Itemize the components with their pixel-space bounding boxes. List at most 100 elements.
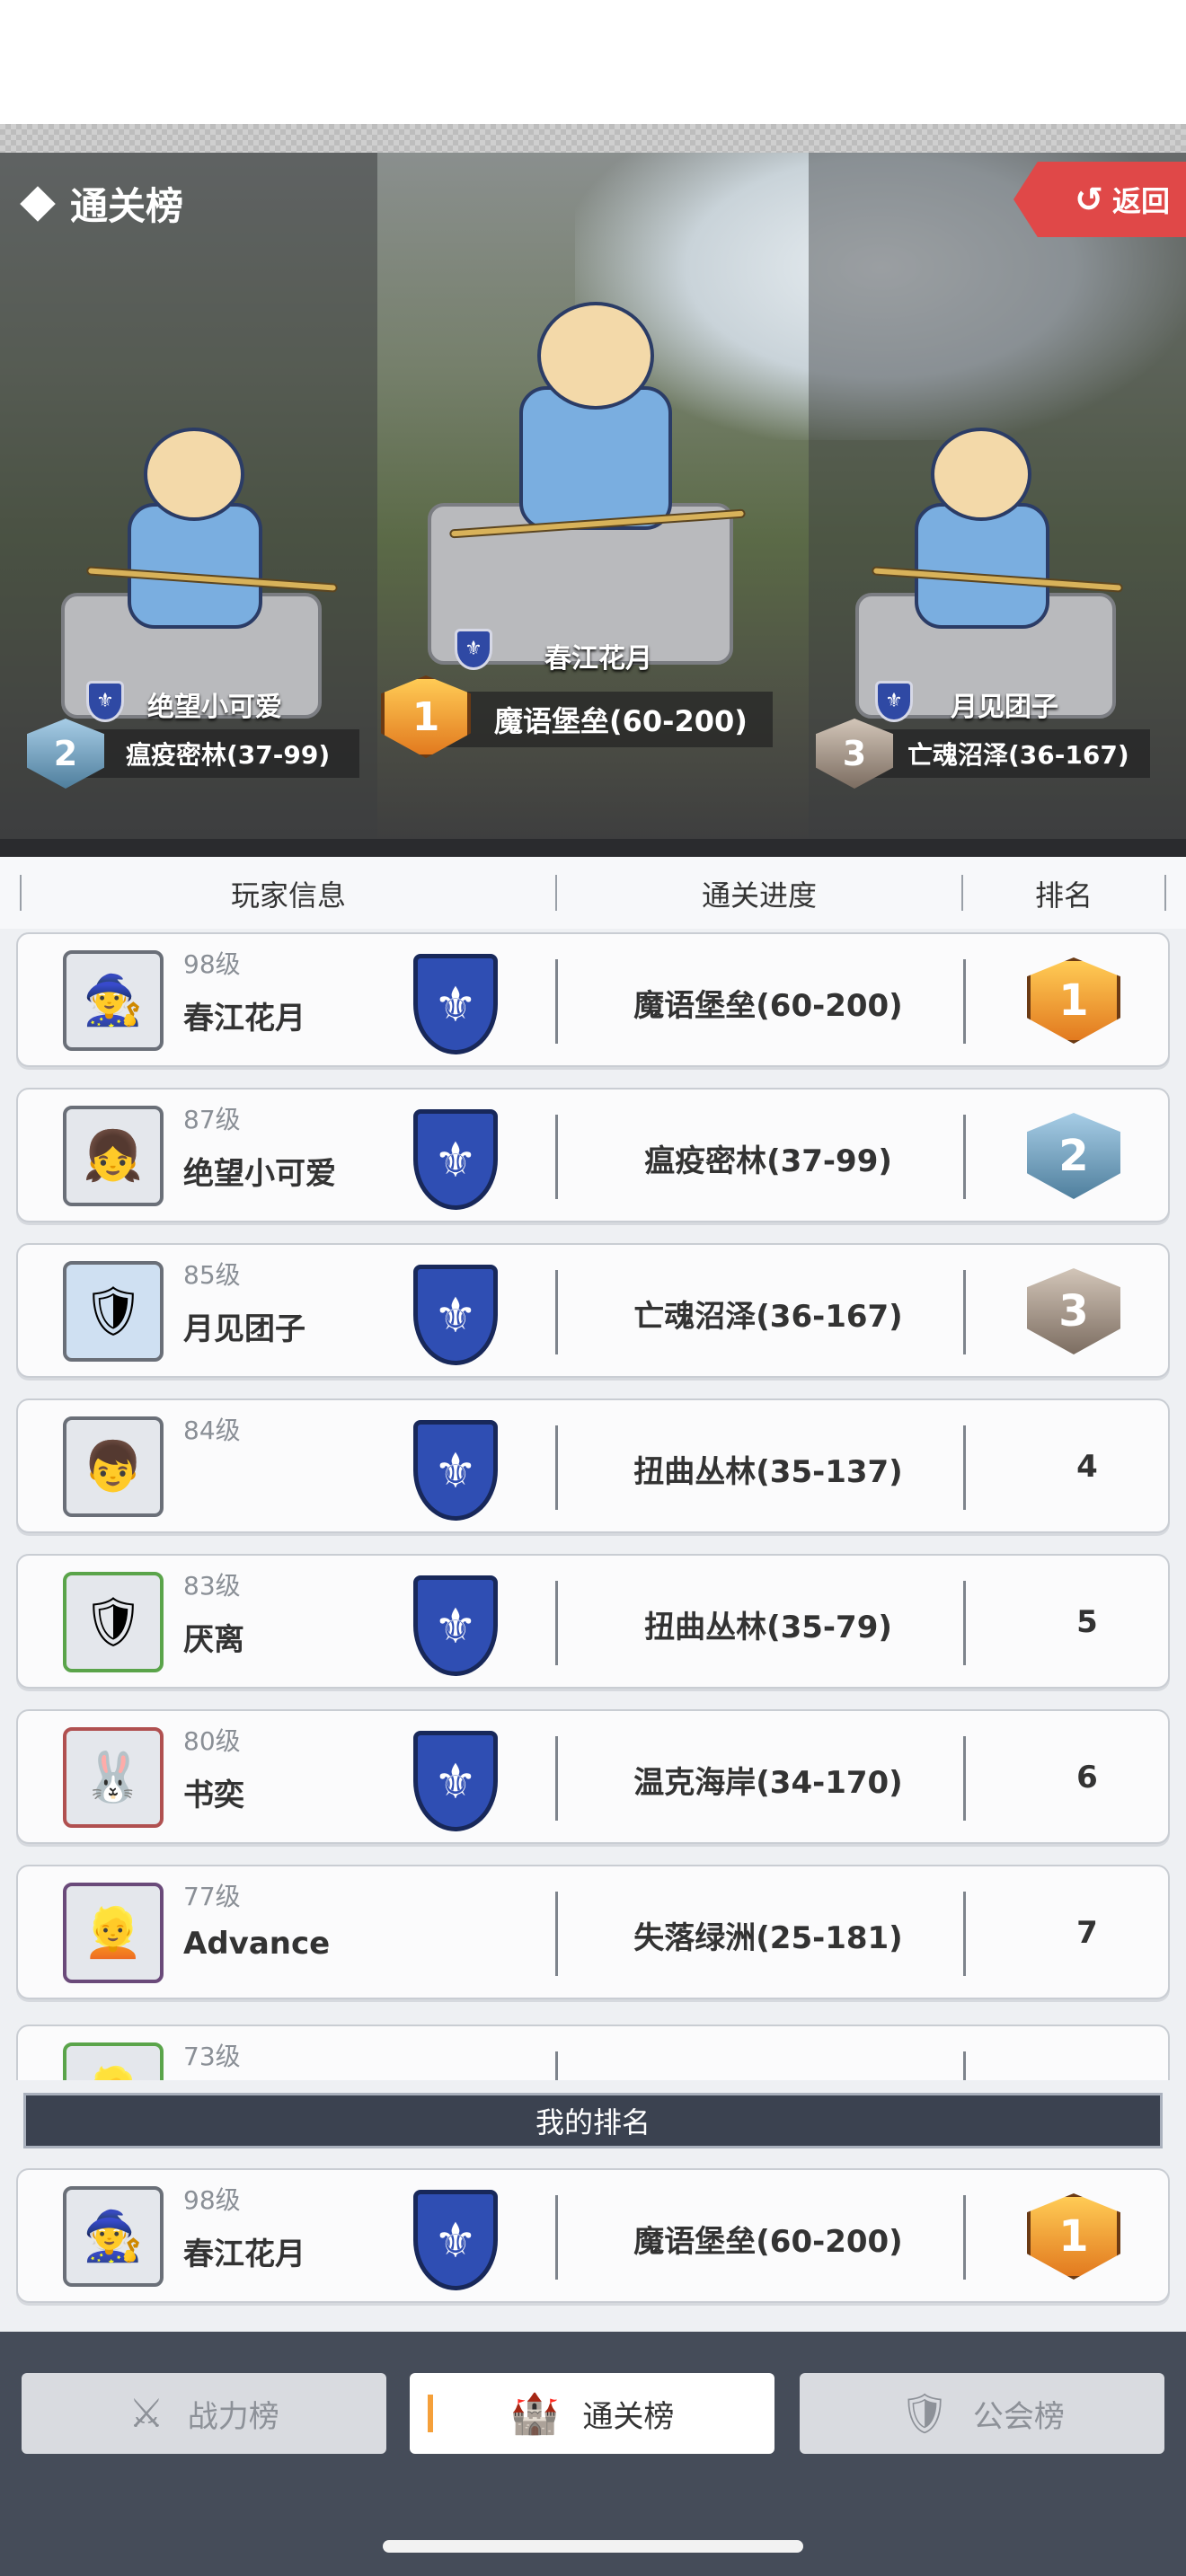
tab-power-ranking[interactable]: ⚔ 战力榜 [22, 2373, 386, 2454]
column-divider [963, 1270, 966, 1354]
column-divider [963, 1115, 966, 1199]
player-name: 春江花月 [183, 1001, 305, 1037]
my-rank-row[interactable]: 🧙 98级 春江花月 ⚜ 魔语堡垒(60-200) 1 [16, 2168, 1170, 2303]
guild-shield-icon: ⚜ [875, 681, 913, 722]
page-title: 通关榜 [70, 184, 184, 228]
player-name: Advance [183, 1926, 331, 1962]
player-name: 书奕 [183, 1778, 244, 1813]
column-divider [963, 1892, 966, 1976]
swords-icon: ⚔ [128, 2390, 164, 2437]
player-name: 春江花月 [183, 2236, 305, 2272]
player-name: 月见团子 [183, 1311, 305, 1347]
rank-number: 6 [1076, 1760, 1098, 1795]
guild-shield-icon: ⚜ [413, 954, 498, 1054]
player-level: 80级 [183, 1726, 241, 1756]
active-tab-indicator [428, 2395, 433, 2432]
table-row[interactable]: 👧 87级 绝望小可爱 ⚜ 瘟疫密林(37-99) 2 [16, 1088, 1170, 1222]
castle-icon: 🏰 [509, 2391, 560, 2437]
table-row[interactable]: 👱 73级 [16, 2025, 1170, 2080]
decorative-strip [0, 124, 1186, 153]
table-row[interactable]: 🛡 83级 厌离 ⚜ 扭曲丛林(35-79) 5 [16, 1554, 1170, 1689]
diamond-icon [20, 185, 56, 222]
clear-progress: 温克海岸(34-170) [633, 1765, 903, 1801]
clear-progress: 魔语堡垒(60-200) [633, 2224, 903, 2260]
first-place-progress: 魔语堡垒(60-200) [431, 692, 773, 747]
table-header: 玩家信息 通关进度 排名 [0, 857, 1186, 929]
third-place-name: 月见团子 [951, 692, 1058, 723]
table-row[interactable]: 👱 77级 Advance 失落绿洲(25-181) 7 [16, 1865, 1170, 1999]
clear-progress: 失落绿洲(25-181) [633, 1920, 903, 1956]
player-level: 73级 [183, 2042, 241, 2071]
clear-progress: 扭曲丛林(35-137) [633, 1454, 903, 1490]
column-divider [963, 959, 966, 1044]
back-button[interactable]: ↺ 返回 [1013, 162, 1186, 237]
table-row[interactable]: 🛡 85级 月见团子 ⚜ 亡魂沼泽(36-167) 3 [16, 1243, 1170, 1378]
clear-progress: 瘟疫密林(37-99) [644, 1143, 892, 1179]
guild-shield-icon: ⚜ [413, 1420, 498, 1521]
hero-second-body [128, 503, 262, 629]
guild-shield-icon: ⚜ [413, 1109, 498, 1210]
table-row-partial: 👱 73级 [16, 2025, 1170, 2080]
avatar: 👦 [63, 1416, 164, 1517]
player-level: 85级 [183, 1260, 241, 1290]
guild-shield-icon: ⚜ [86, 681, 124, 722]
guild-shield-icon: ⚜ [413, 1731, 498, 1831]
player-level: 84级 [183, 1416, 241, 1445]
column-header-rank: 排名 [1034, 878, 1093, 913]
rank-1-medal-icon: 1 [381, 675, 471, 758]
avatar: 🐰 [63, 1727, 164, 1828]
player-name: 绝望小可爱 [183, 1156, 336, 1192]
column-divider [963, 1425, 966, 1510]
home-indicator[interactable] [383, 2540, 803, 2553]
avatar: 🧙 [63, 950, 164, 1051]
guild-icon: 🛡 [899, 2391, 950, 2437]
player-level: 87级 [183, 1105, 241, 1134]
rank-number: 5 [1076, 1604, 1098, 1640]
rank-number: 7 [1076, 1915, 1098, 1951]
guild-shield-icon: ⚜ [413, 1575, 498, 1676]
player-level: 77级 [183, 1882, 241, 1911]
clear-progress: 亡魂沼泽(36-167) [633, 1299, 903, 1335]
rank-2-medal-icon: 2 [1027, 1113, 1120, 1199]
guild-shield-icon: ⚜ [413, 1265, 498, 1365]
rank-3-medal-icon: 3 [1027, 1268, 1120, 1354]
column-divider [963, 2051, 966, 2080]
column-divider [963, 1736, 966, 1821]
player-level: 83级 [183, 1571, 241, 1601]
column-header-player: 玩家信息 [230, 878, 346, 913]
rank-number: 4 [1076, 1449, 1098, 1485]
hero-third-body [915, 503, 1049, 629]
my-rank-label: 我的排名 [535, 2105, 651, 2139]
column-divider [555, 2051, 558, 2080]
hero-first-head [537, 302, 654, 410]
my-rank-header: 我的排名 [23, 2093, 1163, 2148]
player-name: 厌离 [183, 1622, 244, 1658]
rank-1-medal-icon: 1 [1027, 957, 1120, 1044]
clear-progress: 魔语堡垒(60-200) [633, 988, 903, 1024]
player-level: 98级 [183, 949, 241, 979]
header-divider [1164, 875, 1166, 911]
page-title-area: 通关榜 [20, 176, 184, 231]
guild-shield-icon: ⚜ [413, 2190, 498, 2290]
status-bar-area [0, 0, 1186, 126]
first-place-name: 春江花月 [544, 643, 652, 675]
second-place-progress: 瘟疫密林(37-99) [63, 729, 359, 778]
table-row[interactable]: 🐰 80级 书奕 ⚜ 温克海岸(34-170) 6 [16, 1709, 1170, 1844]
scene-bottom-band [0, 839, 1186, 857]
hero-third-head [931, 428, 1031, 521]
tab-clear-ranking[interactable]: 🏰 通关榜 [410, 2373, 774, 2454]
return-arrow-icon: ↺ [1075, 180, 1103, 219]
tab-label: 公会榜 [972, 2398, 1065, 2435]
avatar: 👧 [63, 1106, 164, 1206]
guild-shield-icon: ⚜ [455, 629, 492, 670]
table-row[interactable]: 👦 84级 ⚜ 扭曲丛林(35-137) 4 [16, 1398, 1170, 1533]
rank-2-medal-icon: 2 [27, 719, 104, 789]
table-row[interactable]: 🧙 98级 春江花月 ⚜ 魔语堡垒(60-200) 1 [16, 932, 1170, 1067]
column-divider [963, 2195, 966, 2280]
tab-guild-ranking[interactable]: 🛡 公会榜 [800, 2373, 1164, 2454]
hero-second-head [144, 428, 244, 521]
column-divider [963, 1581, 966, 1665]
avatar: 🛡 [63, 1572, 164, 1672]
tab-label: 战力榜 [187, 2398, 279, 2435]
player-level: 98级 [183, 2185, 241, 2215]
